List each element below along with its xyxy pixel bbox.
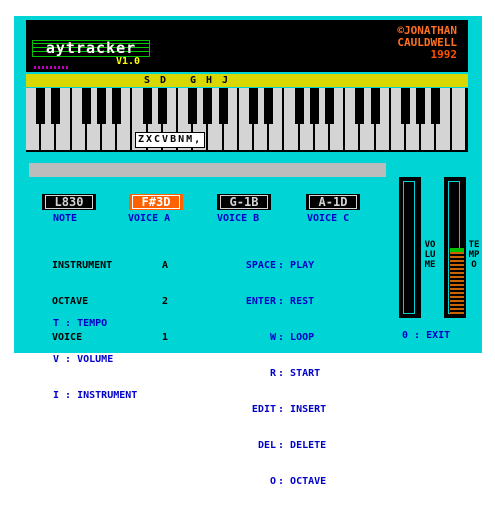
volume-meter[interactable]: [399, 177, 421, 318]
tempo-label: TEMPO: [468, 240, 480, 270]
note-label: NOTE: [53, 213, 78, 224]
voice-a-display: F#3D: [129, 194, 183, 210]
voice-value: 1: [162, 332, 169, 343]
black-key[interactable]: [142, 88, 152, 124]
hotkeys-left: T : TEMPO V : VOLUME I : INSTRUMENT: [53, 318, 138, 401]
volume-label: VOLUME: [424, 240, 436, 270]
black-key[interactable]: [51, 88, 61, 124]
instrument-label: INSTRUMENT: [52, 260, 113, 271]
instrument-value: A: [162, 260, 169, 271]
black-key[interactable]: [309, 88, 319, 124]
natural-key-labels: ZXCVBNM,: [135, 132, 206, 148]
black-key[interactable]: [112, 88, 122, 124]
black-key[interactable]: [264, 88, 274, 124]
voice-b-display: G-1B: [217, 194, 271, 210]
note-display: L830: [42, 194, 96, 210]
author-credit: ©JONATHAN CAULDWELL 1992: [397, 25, 457, 61]
black-key[interactable]: [203, 88, 213, 124]
piano-keyboard[interactable]: [26, 88, 468, 152]
key-label-g: G: [190, 75, 197, 86]
black-key[interactable]: [157, 88, 167, 124]
tempo-level-peak: [450, 248, 464, 252]
black-key[interactable]: [416, 88, 426, 124]
black-key[interactable]: [188, 88, 198, 124]
black-key[interactable]: [97, 88, 106, 124]
voice-b-label: VOICE B: [217, 213, 260, 224]
key-label-j: J: [222, 75, 229, 86]
status-bar: [29, 163, 386, 177]
voice-c-display: A-1D: [306, 194, 360, 210]
black-key[interactable]: [431, 88, 441, 124]
hotkey-actions-right: : PLAY : REST : LOOP : START : INSERT : …: [278, 260, 327, 487]
key-label-h: H: [206, 75, 213, 86]
spectrum-screen: aytracker V1.0 ©JONATHAN CAULDWELL 1992 …: [0, 0, 495, 487]
voice-c-label: VOICE C: [307, 213, 350, 224]
key-label-d: D: [160, 75, 167, 86]
black-key[interactable]: [36, 88, 46, 124]
version-label: V1.0: [116, 56, 141, 67]
sharp-key-labels: S D G H J: [26, 74, 468, 87]
exit-hint: 0 : EXIT: [402, 330, 451, 341]
copyright-year: 1992: [430, 48, 458, 61]
black-key[interactable]: [294, 88, 304, 124]
white-key[interactable]: [451, 88, 467, 150]
app-logo-text: aytracker: [45, 39, 137, 57]
decorative-dots: [34, 66, 68, 69]
octave-value: 2: [162, 296, 169, 307]
black-key[interactable]: [325, 88, 334, 124]
tempo-level-bars: [450, 248, 464, 316]
black-key[interactable]: [218, 88, 228, 124]
key-label-s: S: [144, 75, 151, 86]
app-logo: aytracker: [32, 40, 150, 57]
black-key[interactable]: [249, 88, 258, 124]
black-key[interactable]: [355, 88, 365, 124]
black-key[interactable]: [370, 88, 380, 124]
hotkey-keys-right: SPACE ENTER W R EDIT DEL O: [245, 260, 276, 487]
black-key[interactable]: [401, 88, 410, 124]
black-key[interactable]: [81, 88, 91, 124]
voice-a-label: VOICE A: [128, 213, 171, 224]
